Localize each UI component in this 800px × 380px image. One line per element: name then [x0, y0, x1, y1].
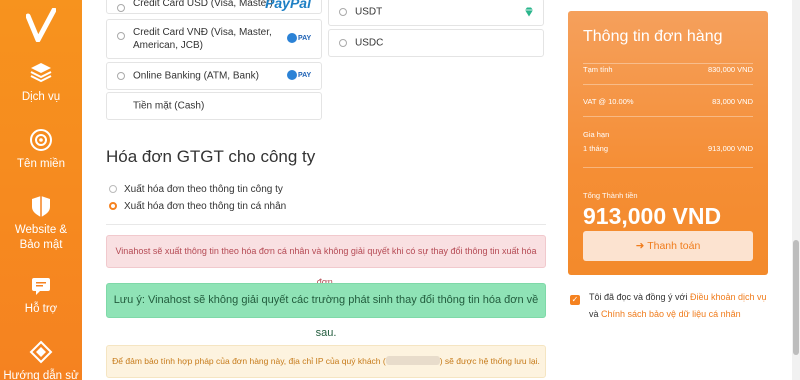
sidebar-item-label: Dịch vụ: [21, 91, 61, 103]
radio-button[interactable]: [117, 72, 125, 80]
terms-agreement: ✓ Tôi đã đọc và đồng ý với Điều khoản dị…: [570, 289, 770, 323]
payment-option-usdc[interactable]: USDC: [328, 29, 544, 57]
divider: [583, 167, 753, 168]
sidebar: Dịch vụ Tên miền Website & Bảo mật Hỗ tr…: [0, 0, 82, 380]
radio-button[interactable]: [339, 39, 347, 47]
invoice-option-personal[interactable]: Xuất hóa đơn theo thông tin cá nhân: [109, 201, 286, 212]
invoice-section-title: Hóa đơn GTGT cho công ty: [106, 147, 316, 166]
sidebar-item-label: Website & Bảo mật: [14, 224, 68, 251]
term-row: 1 tháng 913,000 VND: [583, 144, 753, 153]
invoice-option-label: Xuất hóa đơn theo thông tin cá nhân: [124, 201, 287, 212]
sidebar-item-label: Hướng dẫn sử: [3, 370, 79, 380]
payment-option-label: Credit Card USD (Visa, Master): [133, 0, 273, 9]
radio-button[interactable]: [339, 8, 347, 16]
globe-icon: [28, 127, 54, 153]
vat-row: VAT @ 10.00% 83,000 VND: [583, 97, 753, 106]
scrollbar-thumb[interactable]: [793, 240, 799, 355]
payment-option-credit-vnd[interactable]: Credit Card VNĐ (Visa, Master, American,…: [106, 19, 322, 59]
subtotal-row: Tạm tính 830,000 VND: [583, 65, 753, 74]
subtotal-label: Tạm tính: [583, 65, 613, 74]
payment-option-usdt[interactable]: USDT: [328, 0, 544, 26]
payment-option-label: USDC: [355, 37, 384, 49]
payment-option-label: Tiền mặt (Cash): [133, 100, 205, 112]
ip-notice-text: Để đảm bảo tính hợp pháp của đơn hàng nà…: [112, 356, 386, 366]
payment-option-credit-usd[interactable]: Credit Card USD (Visa, Master) PayPal: [106, 0, 322, 14]
order-summary-panel: Thông tin đơn hàng Tạm tính 830,000 VND …: [568, 11, 768, 275]
checkout-button[interactable]: ➜ Thanh toán: [583, 231, 753, 261]
radio-button[interactable]: [117, 32, 125, 40]
order-summary-title: Thông tin đơn hàng: [583, 28, 723, 45]
invoice-option-label: Xuất hóa đơn theo thông tin công ty: [124, 184, 283, 195]
total-label: Tổng Thành tiền: [583, 191, 638, 200]
divider: [583, 116, 753, 117]
divider: [583, 63, 753, 64]
radio-button[interactable]: [109, 185, 117, 193]
radio-button[interactable]: [117, 4, 125, 12]
usdt-gem-icon: [523, 6, 535, 18]
agree-checkbox[interactable]: ✓: [570, 295, 580, 305]
payment-option-label: USDT: [355, 6, 383, 18]
terms-of-service-link[interactable]: Điều khoản dịch vụ: [690, 292, 767, 302]
privacy-policy-link[interactable]: Chính sách bảo vệ dữ liệu cá nhân: [601, 309, 741, 319]
sidebar-item-services[interactable]: Dịch vụ: [0, 60, 82, 105]
vat-label: VAT @ 10.00%: [583, 97, 634, 106]
divider: [106, 224, 546, 225]
shield-icon: [28, 193, 54, 219]
payment-option-cash[interactable]: Tiền mặt (Cash): [106, 92, 322, 120]
vinahost-logo[interactable]: [25, 7, 57, 43]
agreement-text: Tôi đã đọc và đồng ý với Điều khoản dịch…: [589, 292, 767, 319]
invoice-note-alert: Lưu ý: Vinahost sẽ không giải quyết các …: [106, 283, 546, 339]
page-scrollbar[interactable]: [792, 0, 800, 380]
invoice-warning-alert: Vinahost sẽ xuất thông tin theo hóa đơn …: [106, 235, 546, 287]
redacted-ip-address: [385, 356, 440, 365]
payment-option-label: Online Banking (ATM, Bank): [133, 70, 259, 82]
radio-button-selected[interactable]: [109, 202, 117, 210]
main-content: Credit Card USD (Visa, Master) PayPal Cr…: [82, 0, 552, 380]
sidebar-item-guide[interactable]: Hướng dẫn sử: [0, 339, 82, 380]
sidebar-item-website-security[interactable]: Website & Bảo mật: [0, 193, 82, 253]
ip-notice-alert: Để đảm bảo tính hợp pháp của đơn hàng nà…: [106, 345, 546, 378]
sidebar-item-label: Tên miền: [17, 158, 65, 170]
total-value: 913,000 VND: [583, 203, 722, 229]
invoice-option-company[interactable]: Xuất hóa đơn theo thông tin công ty: [109, 184, 283, 195]
renewal-label-row: Gia hạn: [583, 130, 753, 139]
subtotal-value: 830,000 VND: [707, 65, 753, 74]
sidebar-item-support[interactable]: Hỗ trợ: [0, 272, 82, 317]
ip-notice-text: ) sẽ được hệ thống lưu lại.: [439, 356, 540, 366]
vat-value: 83,000 VND: [712, 97, 753, 106]
onepay-logo: PAY: [287, 33, 313, 45]
guide-icon: [28, 339, 54, 365]
payment-option-online-banking[interactable]: Online Banking (ATM, Bank) PAY: [106, 62, 322, 90]
paypal-logo: PayPal: [265, 0, 311, 11]
term-value: 913,000 VND: [707, 144, 753, 153]
sidebar-item-domains[interactable]: Tên miền: [0, 127, 82, 172]
term-label: 1 tháng: [583, 144, 609, 153]
renewal-label: Gia hạn: [583, 130, 610, 139]
payment-option-label: Credit Card VNĐ (Visa, Master, American,…: [133, 27, 272, 51]
support-icon: [28, 272, 54, 298]
onepay-logo: PAY: [287, 70, 313, 82]
stack-icon: [28, 60, 54, 86]
divider: [583, 84, 753, 85]
sidebar-item-label: Hỗ trợ: [24, 303, 58, 315]
